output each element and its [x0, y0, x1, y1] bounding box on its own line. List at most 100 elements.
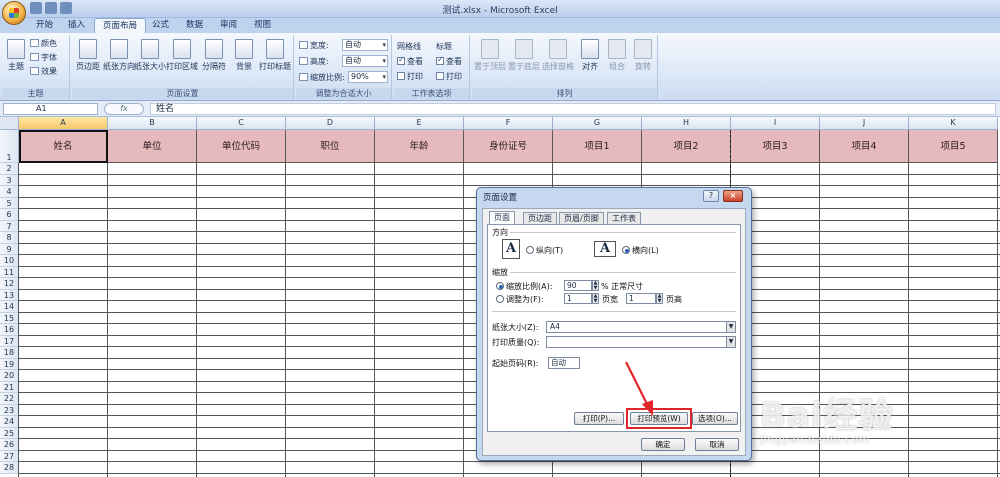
- header-cell-f1[interactable]: 身份证号: [464, 130, 553, 163]
- width-select[interactable]: 自动: [342, 39, 388, 51]
- formula-input[interactable]: 姓名: [150, 103, 996, 115]
- send-to-back-button[interactable]: 置于底层: [508, 39, 540, 72]
- header-cell-c1[interactable]: 单位代码: [197, 130, 286, 163]
- dialog-tab-page[interactable]: 页面: [489, 211, 515, 224]
- row-header-24[interactable]: 24: [0, 416, 19, 428]
- header-cell-b1[interactable]: 单位: [108, 130, 197, 163]
- row-header-6[interactable]: 6: [0, 209, 19, 221]
- fit-pages-tall-input[interactable]: 1: [626, 293, 656, 304]
- row-header-3[interactable]: 3: [0, 174, 19, 186]
- row-header-9[interactable]: 9: [0, 243, 19, 255]
- office-button-icon[interactable]: [2, 1, 26, 25]
- print-quality-select[interactable]: ▼: [546, 336, 736, 348]
- header-cell-k1[interactable]: 项目5: [909, 130, 998, 163]
- gridlines-view-checkbox[interactable]: 查看: [397, 55, 423, 67]
- height-select[interactable]: 自动: [342, 55, 388, 67]
- insert-function-button[interactable]: fx: [104, 103, 144, 115]
- column-header-g[interactable]: G: [553, 117, 642, 130]
- tab-home[interactable]: 开始: [28, 18, 61, 33]
- header-cell-h1[interactable]: 项目2: [642, 130, 731, 163]
- scale-input[interactable]: 90%: [348, 71, 388, 83]
- align-button[interactable]: 对齐: [576, 39, 604, 72]
- colors-button[interactable]: 颜色: [30, 38, 57, 49]
- row-header-17[interactable]: 17: [0, 335, 19, 347]
- dialog-tab-sheet[interactable]: 工作表: [607, 212, 641, 224]
- column-header-j[interactable]: J: [820, 117, 909, 130]
- headings-print-checkbox[interactable]: 打印: [436, 71, 462, 82]
- scale-percent-input[interactable]: 90: [564, 280, 592, 291]
- orientation-button[interactable]: 纸张方向: [103, 39, 135, 72]
- help-button[interactable]: ?: [703, 190, 719, 202]
- row-header-5[interactable]: 5: [0, 197, 19, 209]
- bring-to-front-button[interactable]: 置于顶层: [474, 39, 506, 72]
- size-button[interactable]: 纸张大小: [134, 39, 166, 72]
- tab-data[interactable]: 数据: [178, 18, 211, 33]
- select-all-corner[interactable]: [0, 117, 19, 130]
- row-header-18[interactable]: 18: [0, 347, 19, 359]
- tab-insert[interactable]: 插入: [60, 18, 93, 33]
- first-page-number-input[interactable]: 自动: [548, 357, 580, 369]
- row-header-23[interactable]: 23: [0, 404, 19, 416]
- tab-review[interactable]: 审阅: [212, 18, 245, 33]
- dialog-tab-header-footer[interactable]: 页眉/页脚: [559, 212, 604, 224]
- row-header-20[interactable]: 20: [0, 370, 19, 382]
- print-titles-button[interactable]: 打印标题: [258, 39, 292, 72]
- row-header-2[interactable]: 2: [0, 163, 19, 175]
- header-cell-e1[interactable]: 年龄: [375, 130, 464, 163]
- landscape-radio[interactable]: 横向(L): [622, 245, 659, 256]
- row-header-8[interactable]: 8: [0, 232, 19, 244]
- ok-button[interactable]: 确定: [641, 438, 685, 451]
- tab-page-layout[interactable]: 页面布局: [94, 18, 147, 34]
- header-cell-i1[interactable]: 项目3: [731, 130, 820, 163]
- fit-tall-spinner[interactable]: ▲ ▼: [656, 293, 663, 304]
- portrait-radio[interactable]: 纵向(T): [526, 245, 563, 256]
- headings-view-checkbox[interactable]: 查看: [436, 55, 462, 67]
- fit-wide-spinner[interactable]: ▲ ▼: [592, 293, 599, 304]
- row-header-16[interactable]: 16: [0, 324, 19, 336]
- row-header-7[interactable]: 7: [0, 220, 19, 232]
- column-header-f[interactable]: F: [464, 117, 553, 130]
- breaks-button[interactable]: 分隔符: [198, 39, 230, 72]
- row-header-19[interactable]: 19: [0, 358, 19, 370]
- column-header-e[interactable]: E: [375, 117, 464, 130]
- header-cell-g1[interactable]: 项目1: [553, 130, 642, 163]
- fonts-button[interactable]: 字体: [30, 52, 57, 63]
- row-header-21[interactable]: 21: [0, 381, 19, 393]
- paper-size-select[interactable]: A4 ▼: [546, 321, 736, 333]
- row-header-13[interactable]: 13: [0, 289, 19, 301]
- dialog-tab-margins[interactable]: 页边距: [523, 212, 557, 224]
- row-header-14[interactable]: 14: [0, 301, 19, 313]
- theme-button[interactable]: 主题: [4, 39, 28, 72]
- print-button[interactable]: 打印(P)...: [574, 412, 624, 425]
- header-cell-a1[interactable]: 姓名: [19, 130, 108, 163]
- effects-button[interactable]: 效果: [30, 66, 57, 77]
- header-cell-j1[interactable]: 项目4: [820, 130, 909, 163]
- column-header-i[interactable]: I: [731, 117, 820, 130]
- tab-view[interactable]: 视图: [246, 18, 279, 33]
- row-header-22[interactable]: 22: [0, 393, 19, 405]
- row-header-15[interactable]: 15: [0, 312, 19, 324]
- gridlines-print-checkbox[interactable]: 打印: [397, 71, 423, 82]
- background-button[interactable]: 背景: [228, 39, 260, 72]
- header-cell-d1[interactable]: 职位: [286, 130, 375, 163]
- row-header-11[interactable]: 11: [0, 266, 19, 278]
- row-header-25[interactable]: 25: [0, 427, 19, 439]
- row-header-4[interactable]: 4: [0, 186, 19, 198]
- column-header-c[interactable]: C: [197, 117, 286, 130]
- row-header-26[interactable]: 26: [0, 439, 19, 451]
- adjust-scale-radio[interactable]: 缩放比例(A):: [496, 281, 552, 292]
- fit-pages-wide-input[interactable]: 1: [564, 293, 592, 304]
- selection-pane-button[interactable]: 选择窗格: [542, 39, 574, 72]
- column-header-h[interactable]: H: [642, 117, 731, 130]
- row-header-10[interactable]: 10: [0, 255, 19, 267]
- row-header-1[interactable]: 1: [0, 130, 19, 163]
- scale-spinner[interactable]: ▲ ▼: [592, 280, 599, 291]
- tab-formulas[interactable]: 公式: [144, 18, 177, 33]
- column-header-k[interactable]: K: [909, 117, 998, 130]
- close-icon[interactable]: ×: [723, 190, 743, 202]
- group-button[interactable]: 组合: [604, 39, 630, 72]
- column-header-b[interactable]: B: [108, 117, 197, 130]
- rotate-button[interactable]: 旋转: [630, 39, 656, 72]
- margins-button[interactable]: 页边距: [72, 39, 104, 72]
- name-box[interactable]: A1: [3, 103, 98, 115]
